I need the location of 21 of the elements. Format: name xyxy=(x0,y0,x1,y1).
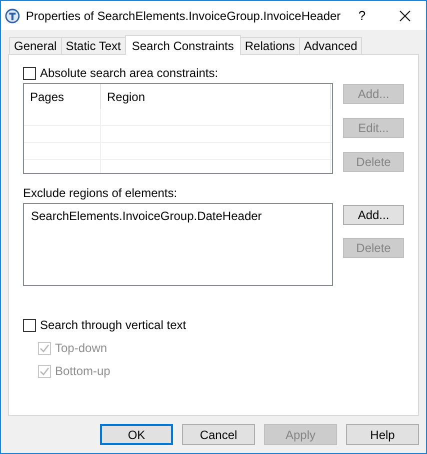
dialog-button[interactable]: Help xyxy=(346,424,419,445)
tab[interactable]: Advanced xyxy=(298,37,362,54)
dialog-button[interactable]: Cancel xyxy=(182,424,255,445)
window-title: Properties of SearchElements.InvoiceGroup.InvoiceHeader xyxy=(26,8,341,22)
dialog-button[interactable]: OK xyxy=(100,424,173,445)
tab[interactable]: Search Constraints xyxy=(124,35,241,55)
column-header[interactable]: Region xyxy=(101,84,331,109)
close-icon xyxy=(398,10,411,22)
app-icon xyxy=(5,8,20,24)
checkbox-label: Absolute search area constraints: xyxy=(40,66,218,80)
checkbox-label: Search through vertical text xyxy=(40,318,186,332)
list-item[interactable]: SearchElements.InvoiceGroup.DateHeader xyxy=(31,209,325,223)
tab[interactable]: General xyxy=(9,37,62,54)
checkbox-label: Bottom-up xyxy=(55,364,110,378)
column-header[interactable]: Pages xyxy=(24,84,101,109)
checkbox[interactable] xyxy=(23,318,36,332)
section-label: Exclude regions of elements: xyxy=(23,186,178,201)
help-button[interactable]: ? xyxy=(340,1,384,30)
checkbox-label: Top-down xyxy=(55,341,108,355)
checkbox[interactable] xyxy=(23,66,36,80)
side-button[interactable]: Add... xyxy=(343,205,404,225)
